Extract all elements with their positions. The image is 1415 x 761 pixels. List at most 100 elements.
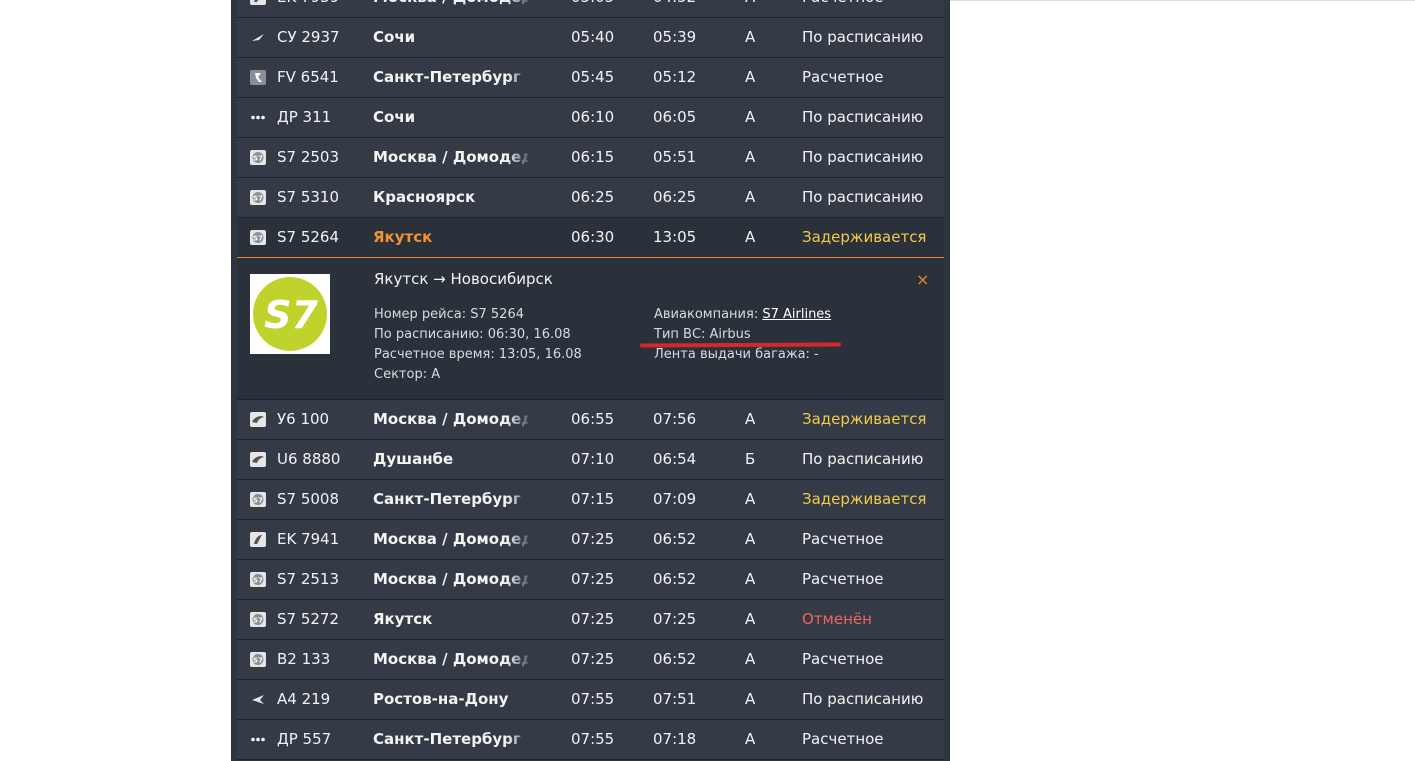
scheduled-time-cell: 07:55	[571, 690, 615, 708]
s7-logo-icon: S7	[250, 652, 266, 667]
destination-cell: Ростов-на-Дону	[373, 690, 509, 708]
status-cell: По расписанию	[802, 188, 924, 206]
sector-cell: A	[745, 28, 756, 46]
estimated-time-cell: 06:25	[653, 188, 697, 206]
status-cell: По расписанию	[802, 108, 924, 126]
aeroflot-logo-icon	[250, 30, 266, 45]
flight-row[interactable]: S7 S7 5264 Якутск 06:30 13:05 A Задерживается	[237, 218, 944, 258]
destination-fade	[507, 680, 533, 719]
sector-cell: Б	[745, 450, 756, 468]
sector-info: Сектор: А	[374, 367, 441, 382]
status-cell: Расчетное	[802, 530, 884, 548]
flight-number-cell: ДР 311	[277, 108, 332, 126]
s7-logo-icon: S7	[250, 572, 266, 587]
status-cell: Расчетное	[802, 0, 884, 17]
estimated-time-cell: 06:52	[653, 530, 697, 548]
destination-fade	[507, 18, 533, 57]
flight-row[interactable]: СУ 2937 Сочи 05:40 05:39 A По расписанию	[237, 18, 944, 58]
s7-logo-icon: S7	[250, 150, 266, 165]
flight-row[interactable]: EK 7939 Москва / Домодедово 05:05 04:52 A Рас…	[237, 0, 944, 18]
airline-link[interactable]: S7 Airlines	[762, 307, 831, 322]
flight-list: EK 7939 Москва / Домодедово 05:05 04:52 A Рас…	[237, 0, 944, 760]
destination-cell: Санкт-Петербург	[373, 490, 521, 508]
scheduled-time-cell: 06:10	[571, 108, 615, 126]
s7-logo-icon: S7	[250, 492, 266, 507]
destination-cell: Санкт-Петербург	[373, 730, 521, 748]
estimated-time-cell: 06:52	[653, 650, 697, 668]
ural-logo-icon	[250, 412, 266, 427]
flight-rows-bottom: У6 100 Москва / Домодедово 06:55 07:56 A Заде…	[237, 400, 944, 760]
scheduled-time-cell: 05:05	[571, 0, 614, 17]
flight-row[interactable]: У6 100 Москва / Домодедово 06:55 07:56 A Заде…	[237, 400, 944, 440]
destination-cell: Москва / Домодедово	[373, 570, 528, 588]
sector-cell: A	[745, 610, 756, 628]
destination-cell: Красноярск	[373, 188, 476, 206]
route-title: Якутск → Новосибирск	[374, 270, 553, 288]
alrosa-logo-icon	[250, 692, 266, 707]
flight-row[interactable]: S7 S7 2503 Москва / Домодедово 06:15 05:51 A П…	[237, 138, 944, 178]
scheduled-time-cell: 05:40	[571, 28, 615, 46]
flight-row[interactable]: ДР 311 Сочи 06:10 06:05 A По расписанию	[237, 98, 944, 138]
destination-fade	[507, 600, 533, 639]
destination-fade	[507, 640, 533, 679]
pobeda-logo-icon	[250, 732, 266, 747]
destination-fade	[507, 400, 533, 439]
destination-cell: Сочи	[373, 28, 416, 46]
s7-logo-icon: S7	[250, 230, 266, 245]
flight-board: EK 7939 Москва / Домодедово 05:05 04:52 A Рас…	[231, 0, 950, 761]
emirates-logo-icon	[250, 532, 266, 547]
estimated-time-cell: 06:52	[653, 570, 697, 588]
flight-number-cell: U6 8880	[277, 450, 341, 468]
flight-row[interactable]: FV 6541 Санкт-Петербург 05:45 05:12 A Расчетн…	[237, 58, 944, 98]
scheduled-time-cell: 07:25	[571, 530, 615, 548]
status-cell: Расчетное	[802, 650, 884, 668]
flight-row[interactable]: EK 7941 Москва / Домодедово 07:25 06:52 A Рас…	[237, 520, 944, 560]
airline-info: Авиакомпания: S7 Airlines	[654, 305, 831, 325]
flight-row[interactable]: S7 S7 5008 Санкт-Петербург 07:15 07:09 A Задер…	[237, 480, 944, 520]
flight-number-cell: FV 6541	[277, 68, 339, 86]
flight-detail-panel: S7 Якутск → Новосибирск Номер рейса: S7 …	[237, 258, 944, 400]
status-cell: Расчетное	[802, 570, 884, 588]
destination-cell: Санкт-Петербург	[373, 68, 521, 86]
status-cell: Отменён	[802, 610, 872, 628]
flight-number-cell: У6 100	[277, 410, 330, 428]
scheduled-time: По расписанию: 06:30, 16.08	[374, 327, 571, 342]
status-cell: По расписанию	[802, 690, 924, 708]
flight-number-cell: S7 2513	[277, 570, 340, 588]
destination-cell: Душанбе	[373, 450, 454, 468]
estimated-time-cell: 07:09	[653, 490, 697, 508]
estimated-time-cell: 07:18	[653, 730, 697, 748]
flight-number-cell: A4 219	[277, 690, 331, 708]
s7-logo-icon: S7	[250, 612, 266, 627]
sector-cell: A	[745, 730, 756, 748]
flight-row[interactable]: ДР 557 Санкт-Петербург 07:55 07:18 A Расчетно…	[237, 720, 944, 760]
close-detail-button[interactable]: ×	[916, 270, 929, 289]
scheduled-time-cell: 07:55	[571, 730, 615, 748]
flight-row[interactable]: S7 S7 5272 Якутск 07:25 07:25 A Отменён	[237, 600, 944, 640]
flight-row[interactable]: S7 B2 133 Москва / Домодедово 07:25 06:52 A Ра…	[237, 640, 944, 680]
status-cell: Задерживается	[802, 490, 927, 508]
scheduled-time-cell: 06:55	[571, 410, 615, 428]
svg-text:S7: S7	[253, 155, 263, 163]
sector-cell: A	[745, 650, 756, 668]
scheduled-time-cell: 05:45	[571, 68, 615, 86]
svg-text:S7: S7	[253, 497, 263, 505]
status-cell: По расписанию	[802, 450, 924, 468]
scheduled-time-cell: 07:15	[571, 490, 615, 508]
destination-cell: Якутск	[373, 610, 433, 628]
destination-fade	[507, 138, 533, 177]
flight-number-cell: S7 5272	[277, 610, 340, 628]
flight-row[interactable]: A4 219 Ростов-на-Дону 07:55 07:51 A По распис…	[237, 680, 944, 720]
flight-row[interactable]: S7 S7 5310 Красноярск 06:25 06:25 A По расписа…	[237, 178, 944, 218]
destination-fade	[507, 520, 533, 559]
airline-label: Авиакомпания:	[654, 307, 763, 322]
scheduled-time-cell: 07:25	[571, 610, 615, 628]
destination-fade	[507, 218, 533, 257]
s7-logo-icon: S7	[250, 190, 266, 205]
s7-logo-text: S7	[264, 293, 318, 337]
scheduled-time-cell: 06:30	[571, 228, 615, 246]
sector-cell: A	[745, 228, 756, 246]
flight-row[interactable]: S7 S7 2513 Москва / Домодедово 07:25 06:52 A Р…	[237, 560, 944, 600]
flight-row[interactable]: U6 8880 Душанбе 07:10 06:54 Б По расписанию	[237, 440, 944, 480]
flight-number-cell: EK 7939	[277, 0, 339, 17]
